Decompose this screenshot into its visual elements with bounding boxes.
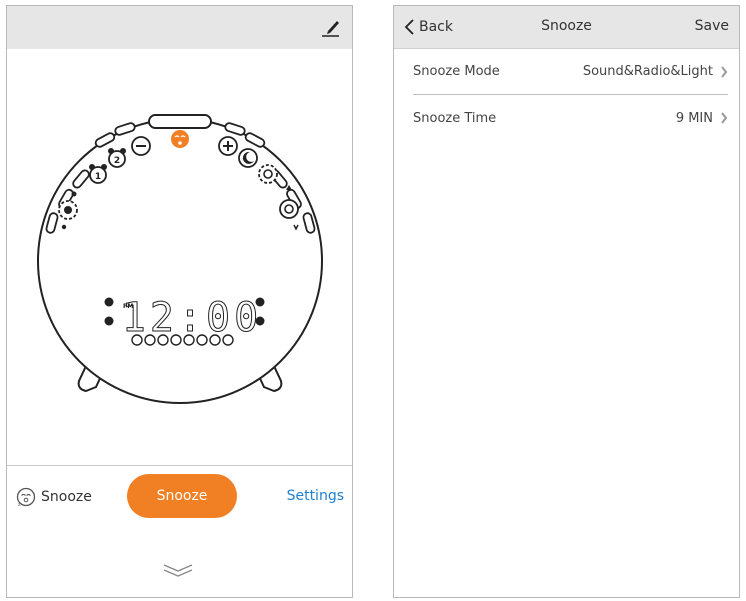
right-screen: Back Snooze Save Snooze Mode Sound&Radio… <box>393 5 740 598</box>
save-button[interactable]: Save <box>695 18 729 34</box>
snooze-button[interactable]: Snooze <box>127 474 237 518</box>
top-touch-bar <box>148 114 212 129</box>
snooze-mode-row[interactable]: Snooze Mode Sound&Radio&Light <box>413 49 728 95</box>
pencil-icon[interactable] <box>320 16 342 38</box>
svg-text:2: 2 <box>114 156 120 166</box>
lcd-time-display: 12:00 PM <box>121 295 262 342</box>
double-chevron-down-icon[interactable] <box>161 562 195 578</box>
chevron-right-icon <box>721 65 728 78</box>
row-value: 9 MIN <box>675 110 713 126</box>
moon-icon <box>238 148 258 168</box>
page-title: Snooze <box>541 18 592 34</box>
chevron-right-icon <box>721 112 728 124</box>
snooze-time-row[interactable]: Snooze Time 9 MIN <box>413 95 728 141</box>
left-screen: 2 1 12:00 PM z Snooze Snooze Settings <box>6 5 353 598</box>
snooze-status-label: Snooze <box>41 489 92 505</box>
nav-bar: Back Snooze Save <box>394 6 739 49</box>
gear-icon <box>258 164 278 184</box>
row-value: Sound&Radio&Light <box>582 64 713 79</box>
brightness-icon <box>58 200 78 220</box>
svg-text:1: 1 <box>95 172 101 182</box>
clock-body <box>37 118 323 404</box>
plus-icon <box>218 136 238 156</box>
snooze-indicator-icon <box>171 130 189 148</box>
action-bar: z Snooze Snooze Settings <box>7 465 352 597</box>
lcd-time-text: 12:00 <box>122 295 262 341</box>
clock-illustration: 2 1 12:00 PM <box>37 114 323 404</box>
snooze-status: z Snooze <box>16 486 92 508</box>
settings-link[interactable]: Settings <box>287 488 344 504</box>
top-bar <box>7 6 352 49</box>
minus-icon <box>131 136 151 156</box>
alarm-1-icon: 1 <box>89 164 107 184</box>
snooze-face-icon: z <box>16 487 36 507</box>
alarm-2-icon: 2 <box>108 148 126 168</box>
lcd-meridiem: PM <box>123 303 133 310</box>
svg-text:z: z <box>18 502 21 507</box>
row-label: Snooze Time <box>413 110 497 126</box>
row-label: Snooze Mode <box>413 64 500 79</box>
settings-list: Snooze Mode Sound&Radio&Light Snooze Tim… <box>394 49 739 141</box>
clock-preview: 2 1 12:00 PM <box>7 49 352 465</box>
